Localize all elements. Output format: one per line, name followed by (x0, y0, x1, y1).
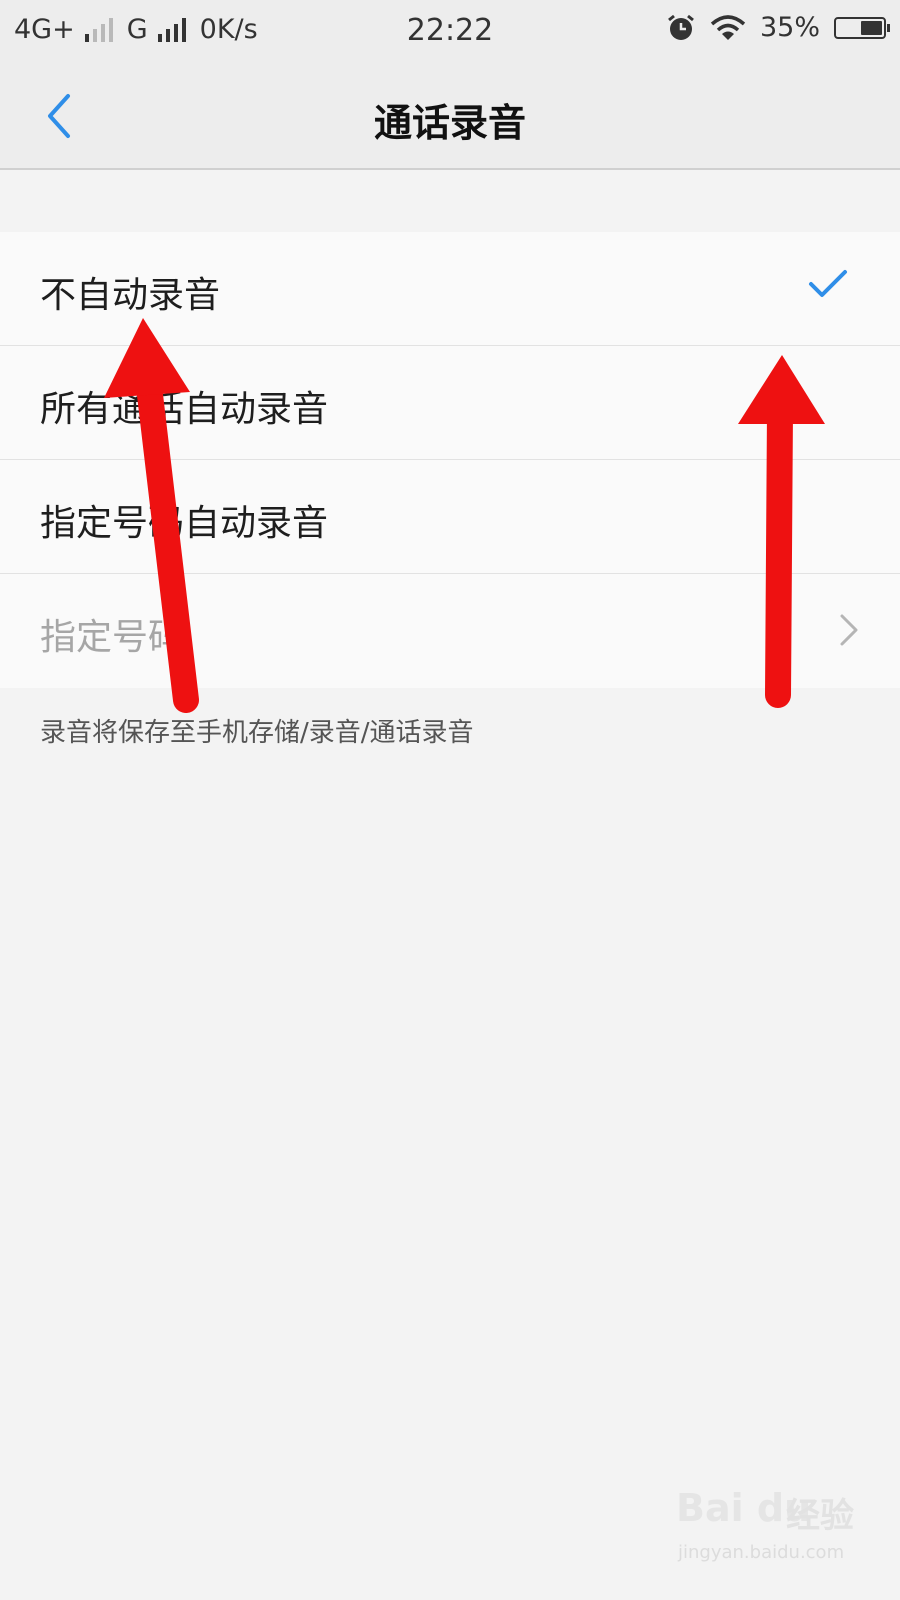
battery-percent: 35% (759, 12, 820, 43)
watermark-url: jingyan.baidu.com (678, 1542, 845, 1563)
wifi-icon (710, 14, 746, 40)
option-label: 不自动录音 (40, 275, 221, 316)
checkmark-icon (809, 270, 847, 297)
chevron-right-icon (840, 614, 858, 646)
alarm-clock-icon (668, 14, 694, 40)
option-no-auto-record[interactable]: 不自动录音 (0, 232, 900, 346)
recording-options-list: 不自动录音 所有通话自动录音 指定号码自动录音 指定号码 (0, 232, 900, 688)
baidu-jingyan-watermark: Bai du 经验 jingyan.baidu.com (676, 1470, 876, 1580)
battery-level-fill (861, 20, 882, 35)
option-label: 所有通话自动录音 (40, 389, 329, 430)
option-label: 指定号码 (40, 617, 185, 658)
option-specified-numbers-auto-record[interactable]: 指定号码自动录音 (0, 460, 900, 574)
storage-note: 录音将保存至手机存储/录音/通话录音 (40, 718, 474, 748)
battery-nub (887, 23, 890, 32)
option-label: 指定号码自动录音 (40, 503, 329, 544)
option-all-calls-auto-record[interactable]: 所有通话自动录音 (0, 346, 900, 460)
status-bar: 4G+ G 0K/s 22:22 35% (0, 0, 900, 62)
page-title: 通话录音 (373, 101, 526, 145)
watermark-cn: 经验 (786, 1496, 854, 1536)
battery-icon (834, 16, 890, 39)
option-specified-numbers[interactable]: 指定号码 (0, 574, 900, 688)
nav-header: 通话录音 (0, 62, 900, 170)
